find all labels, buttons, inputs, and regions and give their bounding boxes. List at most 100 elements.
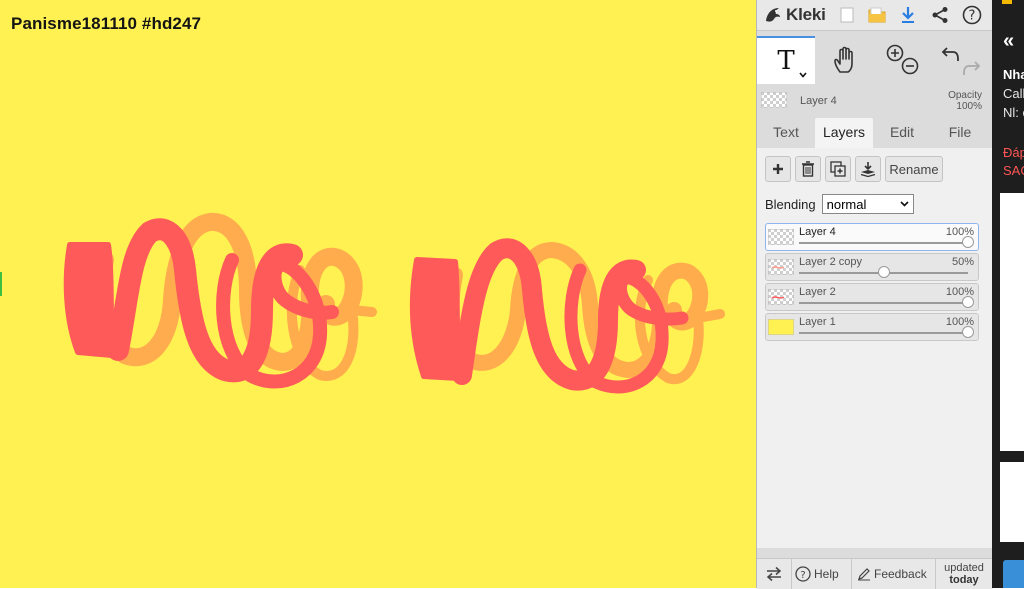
divider [935,559,936,589]
bottom-bar: ? Help Feedback updated today [757,558,993,589]
share-icon [932,7,948,23]
layer-item[interactable]: Layer 1 100% [765,313,979,341]
layer-opacity: 50% [951,256,974,268]
tab-text[interactable]: Text [757,118,815,148]
blending-select[interactable]: normal [821,194,914,214]
layer-thumbnail [768,289,794,305]
opacity-value: 100% [956,101,982,112]
merge-layer-button[interactable] [855,156,881,182]
slider-knob[interactable] [962,236,974,248]
collapse-chevron-icon[interactable]: « [1003,30,1014,53]
layer-item[interactable]: Layer 4 100% [765,223,979,251]
canvas-title-text: Panisme181110 #hd247 [11,14,202,33]
panel-tabs: Text Layers Edit File [757,118,993,148]
help-link[interactable]: ? Help [795,559,839,589]
layer-thumbnail [768,229,794,245]
slider-knob[interactable] [877,266,890,278]
text-tool-glyph: T [777,46,795,76]
text-tool-button[interactable]: T [757,36,815,84]
strip-text-2: Call [1003,86,1024,101]
layer-name: Layer 2 copy [799,256,862,268]
strip-text-1: Nha [1003,67,1024,82]
divider [791,559,792,589]
drawing-canvas[interactable]: Panisme181110 #hd247 [0,0,756,588]
top-accent [1002,0,1012,4]
current-layer-name: Layer 4 [800,95,837,107]
updated-info[interactable]: updated today [937,562,991,586]
pencil-icon [858,568,870,581]
tab-layers[interactable]: Layers [815,118,873,148]
download-icon [902,7,914,23]
current-layer-opacity: Opacity 100% [948,90,982,112]
strip-text-3: Nl: c [1003,105,1024,120]
kleki-bird-icon [766,8,780,22]
undo-icon [941,47,959,61]
open-button[interactable] [864,2,890,28]
swap-arrows-icon [766,566,782,582]
folder-icon [868,7,886,23]
add-layer-button[interactable] [765,156,791,182]
blending-value: normal [826,196,867,212]
layer-item[interactable]: Layer 2 copy 50% [765,253,979,281]
zoom-buttons [875,36,929,84]
updated-line2: today [949,574,979,586]
strip-text-4: Đáp [1003,145,1024,160]
redo-icon [963,61,981,75]
stroke-red-left-block [63,242,115,358]
chevron-down-icon [900,201,909,207]
hand-tool-button[interactable] [817,36,873,84]
strip-button[interactable] [1003,560,1024,588]
top-bar: Kleki ? [757,0,993,31]
new-image-button[interactable] [834,2,860,28]
help-button[interactable]: ? [959,2,985,28]
canvas-artwork [63,213,725,394]
zoom-in-icon [886,44,904,62]
layer-opacity-slider[interactable] [799,326,974,338]
layer-name: Layer 4 [799,226,836,238]
strip-panel [1000,193,1024,451]
swap-sides-button[interactable] [765,559,783,589]
plus-icon [773,164,783,174]
tab-file[interactable]: File [931,118,989,148]
svg-text:?: ? [800,570,805,581]
divider [851,559,852,589]
delete-layer-button[interactable] [795,156,821,182]
merge-down-icon [860,162,876,177]
edge-indicator [0,272,2,296]
updated-line1: updated [944,562,984,574]
layer-opacity-slider[interactable] [799,236,974,248]
strip-text-5: SAC [1003,163,1024,178]
slider-knob[interactable] [962,296,974,308]
opacity-label: Opacity [948,90,982,101]
trash-icon [802,161,814,177]
current-layer-thumbnail [761,92,787,108]
rename-layer-button[interactable]: Rename [885,156,943,182]
share-button[interactable] [927,2,953,28]
layer-opacity-slider[interactable] [799,296,974,308]
feedback-link[interactable]: Feedback [857,559,927,589]
kleki-side-panel: Kleki ? T Layer 4 Opacity 100% Text Laye… [756,0,993,589]
stroke-red-right-block [409,257,461,381]
tool-row: T [757,36,993,84]
layer-name: Layer 1 [799,316,836,328]
layer-thumbnail [768,259,794,275]
svg-text:?: ? [969,9,976,24]
duplicate-layer-button[interactable] [825,156,851,182]
help-icon: ? [962,5,982,25]
tab-edit[interactable]: Edit [873,118,931,148]
chevron-down-icon [799,72,807,78]
adjacent-window-strip: « Nha Call Nl: c Đáp SAC [992,0,1024,588]
kleki-logo[interactable]: Kleki [763,3,826,27]
help-label: Help [814,567,839,581]
zoom-out-icon [901,57,919,75]
slider-knob[interactable] [962,326,974,338]
layers-panel: Rename Blending normal Layer 4 100% Laye… [757,148,993,548]
layer-item[interactable]: Layer 2 100% [765,283,979,311]
strip-lower-panel [1000,462,1024,542]
current-layer-info: Layer 4 Opacity 100% [757,86,993,118]
hand-icon [834,46,853,73]
layer-name: Layer 2 [799,286,836,298]
download-button[interactable] [895,2,921,28]
blending-row: Blending normal [765,193,914,215]
layer-opacity-slider[interactable] [799,266,968,278]
